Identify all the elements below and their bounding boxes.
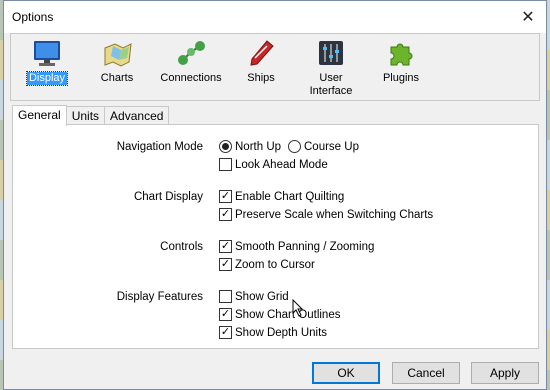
ship-icon (250, 40, 274, 66)
zoom-to-cursor-checkbox[interactable]: ✓ Zoom to Cursor (219, 258, 315, 271)
show-depth-units-checkbox[interactable]: ✓ Show Depth Units (219, 326, 327, 339)
chart-display-label: Chart Display (133, 191, 203, 203)
look-ahead-checkbox[interactable]: Look Ahead Mode (219, 158, 328, 171)
smooth-panning-check: ✓ (219, 240, 232, 253)
options-dialog: Options ✕ Display Charts Connections Shi… (3, 0, 547, 390)
show-grid-checkbox[interactable]: Show Grid (219, 290, 289, 303)
window-title: Options (12, 10, 54, 24)
toolbar-label-charts: Charts (100, 72, 134, 84)
zoom-to-cursor-label: Zoom to Cursor (235, 258, 315, 271)
smooth-panning-checkbox[interactable]: ✓ Smooth Panning / Zooming (219, 240, 374, 253)
north-up-radio-indicator (219, 140, 232, 153)
toolbar-label-connections: Connections (160, 72, 222, 84)
show-chart-outlines-check: ✓ (219, 308, 232, 321)
look-ahead-check (219, 158, 232, 171)
navigation-mode-label: Navigation Mode (116, 141, 203, 153)
connections-icon (178, 41, 205, 65)
title-bar: Options ✕ (4, 1, 546, 33)
show-depth-units-check: ✓ (219, 326, 232, 339)
toolbar-item-display[interactable]: Display (15, 38, 79, 98)
toolbar-label-ships: Ships (247, 72, 275, 84)
ok-button[interactable]: OK (312, 362, 380, 384)
toolbar-item-ships[interactable]: Ships (229, 38, 293, 98)
toolbar-item-plugins[interactable]: Plugins (369, 38, 433, 98)
toolbar-label-plugins: Plugins (382, 72, 420, 84)
north-up-label: North Up (235, 140, 282, 153)
show-chart-outlines-checkbox[interactable]: ✓ Show Chart Outlines (219, 308, 340, 321)
chart-quilting-checkbox[interactable]: ✓ Enable Chart Quilting (219, 190, 344, 203)
toolbar-label-user-interface: User Interface (309, 72, 353, 97)
controls-label: Controls (160, 241, 203, 253)
chart-quilting-label: Enable Chart Quilting (235, 190, 345, 203)
toolbar-item-connections[interactable]: Connections (155, 38, 227, 98)
monitor-icon (34, 41, 60, 66)
tab-general[interactable]: General (12, 105, 67, 126)
mouse-cursor-icon (292, 299, 304, 317)
look-ahead-label: Look Ahead Mode (235, 158, 328, 171)
apply-button[interactable]: Apply (471, 362, 539, 384)
show-chart-outlines-label: Show Chart Outlines (235, 308, 341, 321)
charts-icon (104, 43, 132, 67)
options-toolbar: Display Charts Connections Ships User In… (10, 33, 540, 101)
tab-advanced[interactable]: Advanced (104, 106, 170, 125)
close-icon: ✕ (521, 9, 535, 26)
show-grid-check (219, 290, 232, 303)
zoom-to-cursor-check: ✓ (219, 258, 232, 271)
show-depth-units-label: Show Depth Units (235, 326, 328, 339)
show-grid-label: Show Grid (235, 290, 289, 303)
course-up-radio-indicator (288, 140, 301, 153)
preserve-scale-check: ✓ (219, 208, 232, 221)
sliders-icon (319, 41, 343, 65)
chart-quilting-check: ✓ (219, 190, 232, 203)
preserve-scale-label: Preserve Scale when Switching Charts (235, 208, 434, 221)
display-features-label: Display Features (116, 291, 203, 303)
smooth-panning-label: Smooth Panning / Zooming (235, 240, 375, 253)
toolbar-item-charts[interactable]: Charts (85, 38, 149, 98)
general-panel: Navigation Mode North Up Course Up Look … (12, 124, 539, 349)
north-up-radio[interactable]: North Up (219, 140, 281, 153)
course-up-label: Course Up (304, 140, 359, 153)
close-button[interactable]: ✕ (516, 5, 540, 29)
cancel-button[interactable]: Cancel (392, 362, 460, 384)
course-up-radio[interactable]: Course Up (288, 140, 359, 153)
tab-units[interactable]: Units (65, 106, 106, 125)
toolbar-label-display: Display (25, 71, 69, 86)
toolbar-item-user-interface[interactable]: User Interface (299, 38, 363, 98)
options-tabs: General Units Advanced (12, 105, 170, 126)
preserve-scale-checkbox[interactable]: ✓ Preserve Scale when Switching Charts (219, 208, 433, 221)
puzzle-icon (390, 43, 413, 66)
